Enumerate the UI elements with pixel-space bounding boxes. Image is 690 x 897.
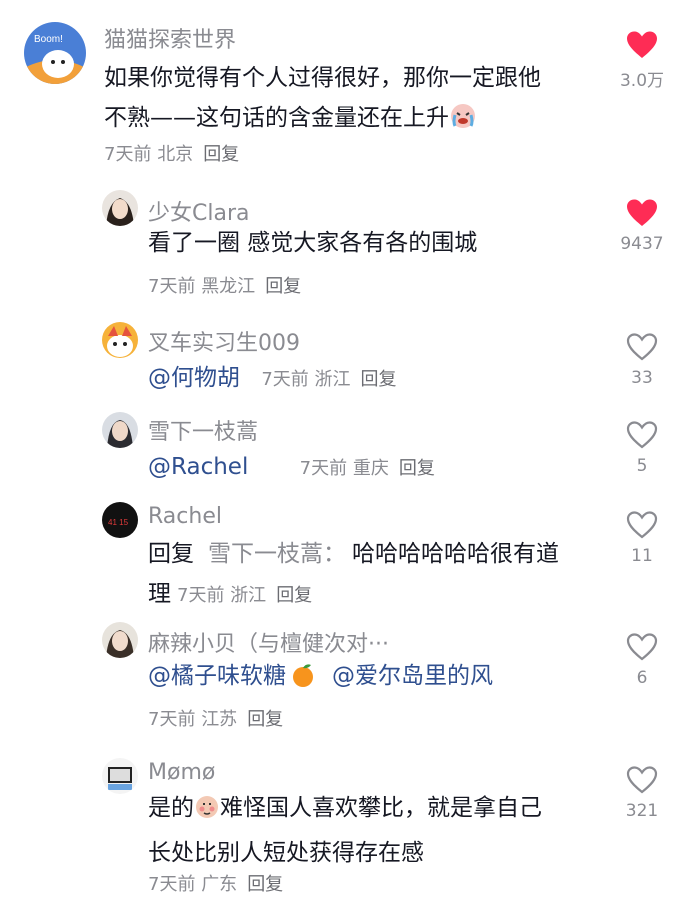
like-count: 11 [631, 546, 653, 566]
username[interactable]: Mømø [148, 760, 215, 785]
avatar[interactable] [102, 190, 138, 226]
location: 北京 [157, 144, 194, 165]
username[interactable]: 猫猫探索世界 [104, 22, 236, 54]
like-button[interactable]: 5 [612, 420, 672, 476]
like-count: 3.0万 [619, 71, 665, 91]
timestamp: 7天前 [148, 709, 196, 730]
timestamp: 7天前 [148, 874, 196, 895]
reply-button[interactable]: 回复 [399, 458, 435, 479]
comment-line: 如果你觉得有个人过得很好，那你一定跟他 [104, 65, 541, 91]
username[interactable]: 雪下一枝蒿 [148, 414, 258, 446]
comment-line-text: 哈哈哈哈哈哈很有道 [352, 541, 559, 567]
like-count: 5 [636, 456, 648, 476]
svg-text:41 15: 41 15 [108, 518, 129, 527]
comment-text: 回复 雪下一枝蒿： 哈哈哈哈哈哈很有道 理 7天前 浙江 回复 [148, 534, 559, 616]
location: 江苏 [201, 709, 238, 730]
timestamp: 7天前 [299, 458, 348, 479]
avatar[interactable] [102, 622, 138, 658]
heart-outline-icon [626, 333, 658, 361]
timestamp: 7天前 [177, 585, 225, 606]
comment-meta: 7天前 广东 回复 [148, 870, 283, 896]
like-count: 321 [625, 801, 659, 821]
heart-outline-icon [626, 766, 658, 794]
like-count: 33 [631, 368, 653, 388]
comment-text: 如果你觉得有个人过得很好，那你一定跟他 不熟——这句话的含金量还在上升 [104, 58, 541, 143]
reply-button[interactable]: 回复 [265, 276, 301, 297]
reply-to-user[interactable]: 雪下一枝蒿： [208, 541, 346, 567]
username[interactable]: 叉车实习生009 [148, 325, 300, 357]
mention-link[interactable]: @爱尔岛里的风 [332, 663, 493, 689]
reply-button[interactable]: 回复 [203, 144, 239, 165]
reply-button[interactable]: 回复 [276, 585, 312, 606]
like-count: 6 [636, 668, 648, 688]
reply-button[interactable]: 回复 [247, 874, 283, 895]
comment-meta: 7天前 浙江 回复 [261, 369, 396, 390]
location: 黑龙江 [201, 276, 256, 297]
like-button[interactable]: 3.0万 [612, 30, 672, 91]
comment-line: 理 7天前 浙江 回复 [148, 574, 559, 616]
reply-button[interactable]: 回复 [247, 709, 283, 730]
comment-meta: 7天前 黑龙江 回复 [148, 272, 301, 298]
like-button[interactable]: 6 [612, 632, 672, 688]
heart-filled-icon [627, 31, 657, 58]
heart-outline-icon [626, 511, 658, 539]
like-count: 9437 [620, 234, 664, 254]
comment-text: 是的 难怪国人喜欢攀比，就是拿自己 长处比别人短处获得存在感 [148, 788, 542, 873]
location: 浙江 [230, 585, 267, 606]
mention-link[interactable]: @何物胡 [148, 365, 240, 391]
comment-line: 是的 难怪国人喜欢攀比，就是拿自己 [148, 788, 542, 833]
comment-line: 不熟——这句话的含金量还在上升 [104, 98, 541, 143]
comment-line: 长处比别人短处获得存在感 [148, 840, 424, 866]
avatar[interactable] [102, 758, 138, 794]
avatar[interactable]: 41 15 [102, 502, 138, 538]
location: 广东 [201, 874, 238, 895]
heart-filled-icon [627, 199, 657, 226]
location: 重庆 [352, 458, 389, 479]
comment-meta: 7天前 江苏 回复 [148, 705, 283, 731]
reply-prefix: 回复 [148, 541, 194, 567]
like-button[interactable]: 33 [612, 332, 672, 388]
mention-link[interactable]: @Rachel [148, 454, 248, 480]
heart-outline-icon [626, 633, 658, 661]
comment-line-text: 不熟——这句话的含金量还在上升 [104, 105, 449, 131]
username[interactable]: 麻辣小贝（与檀健次对··· [148, 626, 389, 658]
like-button[interactable]: 11 [612, 510, 672, 566]
avatar[interactable] [102, 322, 138, 358]
comment-meta: 7天前 浙江 回复 [177, 585, 312, 606]
comment-line: 回复 雪下一枝蒿： 哈哈哈哈哈哈很有道 [148, 534, 559, 574]
username[interactable]: Rachel [148, 504, 222, 529]
reply-button[interactable]: 回复 [361, 369, 397, 390]
tangerine-emoji [290, 661, 316, 701]
heart-outline-icon [626, 421, 658, 449]
timestamp: 7天前 [148, 276, 196, 297]
timestamp: 7天前 [104, 144, 152, 165]
svg-text:Boom!: Boom! [34, 34, 63, 45]
comment-line-text: 难怪国人喜欢攀比，就是拿自己 [220, 795, 542, 821]
timestamp: 7天前 [261, 369, 309, 390]
like-button[interactable]: 321 [612, 765, 672, 821]
crying-face-emoji [449, 102, 477, 143]
comment-text: @橘子味软糖 @爱尔岛里的风 [148, 656, 493, 701]
comment-meta: 7天前 北京 回复 [104, 140, 239, 166]
shy-face-emoji [194, 793, 220, 833]
comment-text: @Rachel 7天前 重庆 回复 [148, 447, 435, 489]
mention-link[interactable]: @橘子味软糖 [148, 663, 286, 689]
comment-line-text: 是的 [148, 795, 194, 821]
like-button[interactable]: 9437 [612, 198, 672, 254]
location: 浙江 [314, 369, 351, 390]
avatar[interactable]: Boom! [24, 22, 86, 84]
comment-line-text: 理 [148, 581, 171, 607]
comment-text: 看了一圈 感觉大家各有各的围城 [148, 230, 478, 256]
comment-text: @何物胡 7天前 浙江 回复 [148, 358, 397, 400]
comment-meta: 7天前 重庆 回复 [300, 458, 435, 479]
avatar[interactable] [102, 412, 138, 448]
